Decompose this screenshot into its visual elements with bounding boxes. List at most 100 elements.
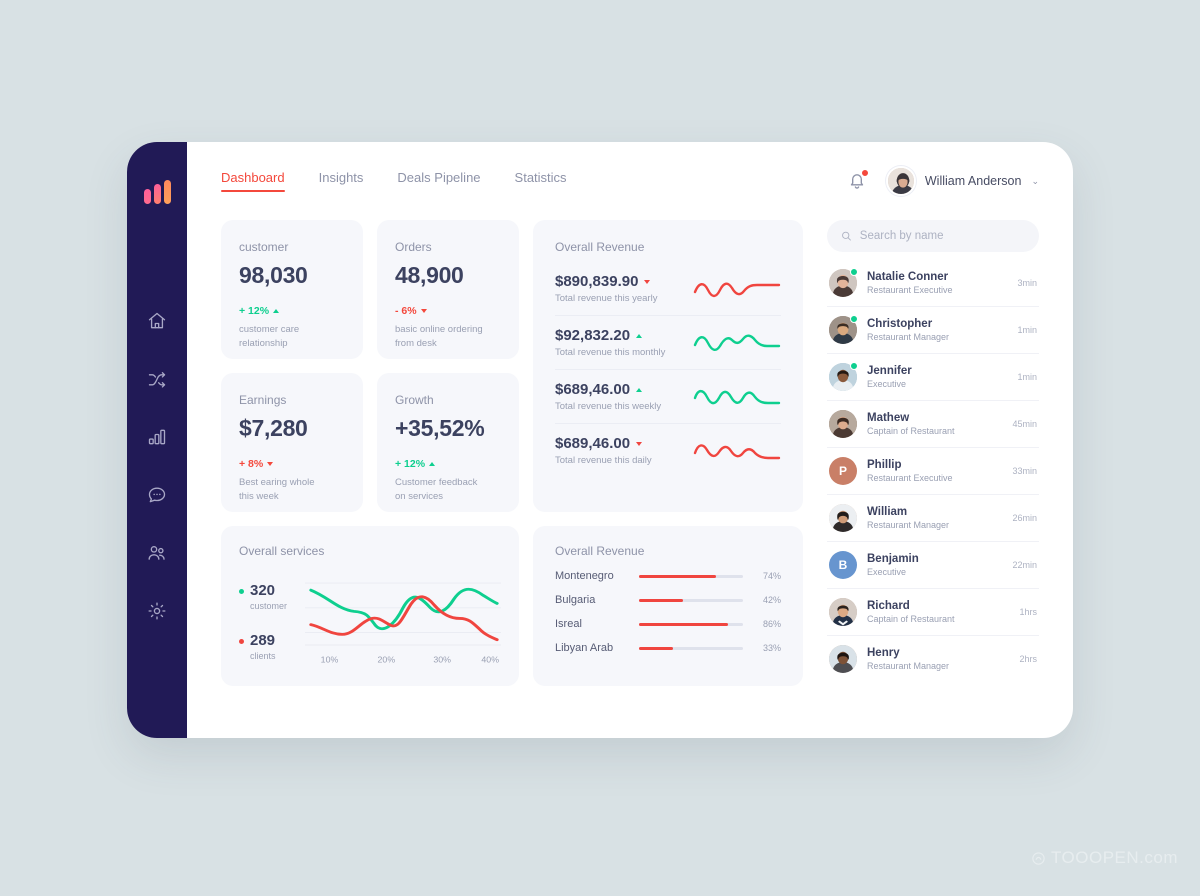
contact-row[interactable]: Christopher Restaurant Manager 1min <box>827 307 1039 354</box>
avatar-image <box>829 645 857 673</box>
revenue-amount: $890,839.90 <box>555 273 639 290</box>
chat-icon <box>148 487 166 503</box>
contact-row[interactable]: P Phillip Restaurant Executive 33min <box>827 448 1039 495</box>
country-name: Isreal <box>555 618 582 630</box>
progress-track <box>639 646 743 650</box>
kpi-grid: customer 98,030 + 12% customer care rela… <box>221 220 519 512</box>
revenue-row[interactable]: $92,832.20 Total revenue this monthly <box>555 316 781 370</box>
legend-item-customer: 320 customer <box>239 583 305 611</box>
country-row[interactable]: Montenegro 74% <box>555 570 781 582</box>
kpi-note: customer care relationship <box>239 324 300 349</box>
contact-time: 2hrs <box>1019 654 1037 664</box>
sparkline-yearly <box>693 282 781 297</box>
revenue-row[interactable]: $890,839.90 Total revenue this yearly <box>555 262 781 316</box>
kpi-delta-text: - 6% <box>395 305 417 317</box>
revenue-row[interactable]: $689,46.00 Total revenue this weekly <box>555 370 781 424</box>
kpi-delta: + 12% <box>239 305 345 317</box>
services-legend: 320 customer 289 clients <box>239 576 305 668</box>
sidebar <box>127 142 187 738</box>
contact-row[interactable]: Jennifer Executive 1min <box>827 354 1039 401</box>
contact-row[interactable]: Richard Captain of Restaurant 1hrs <box>827 589 1039 636</box>
country-row[interactable]: Bulgaria 42% <box>555 594 781 606</box>
contact-row[interactable]: B Benjamin Executive 22min <box>827 542 1039 589</box>
contact-name: William <box>867 506 908 518</box>
triangle-up-icon <box>636 387 643 392</box>
sidebar-nav <box>140 304 174 628</box>
contact-name: Christopher <box>867 318 933 330</box>
search-input[interactable] <box>859 230 1025 242</box>
legend-dot-icon <box>239 589 244 594</box>
kpi-note: basic online ordering from desk <box>395 324 483 349</box>
triangle-down-icon <box>636 441 643 446</box>
kpi-card-orders[interactable]: Orders 48,900 - 6% basic online ordering… <box>377 220 519 359</box>
sidebar-item-home[interactable] <box>140 304 174 338</box>
triangle-up-icon <box>273 309 280 313</box>
sparkline-weekly <box>693 389 781 404</box>
revenue-amount: $689,46.00 <box>555 435 631 452</box>
revenue-amount-wrap: $689,46.00 <box>555 381 661 398</box>
avatar-initial-letter: P <box>838 464 847 478</box>
kpi-label: Orders <box>395 240 432 254</box>
avatar <box>829 362 858 391</box>
revenue-row[interactable]: $689,46.00 Total revenue this daily <box>555 424 781 477</box>
country-row[interactable]: Isreal 86% <box>555 618 781 630</box>
contact-role: Captain of Restaurant <box>867 614 955 624</box>
tab-deals-pipeline[interactable]: Deals Pipeline <box>397 170 480 192</box>
contact-row[interactable]: Natalie Conner Restaurant Executive 3min <box>827 260 1039 307</box>
sidebar-item-analytics[interactable] <box>140 420 174 454</box>
kpi-note: Customer feedback on services <box>395 477 478 502</box>
kpi-card-customer[interactable]: customer 98,030 + 12% customer care rela… <box>221 220 363 359</box>
country-name: Montenegro <box>555 570 614 582</box>
contact-name: Mathew <box>867 412 910 424</box>
user-menu[interactable]: William Anderson ⌄ <box>885 166 1039 196</box>
progress-fill <box>639 646 674 650</box>
search-bar[interactable] <box>827 220 1039 252</box>
kpi-card-growth[interactable]: Growth +35,52% + 12% Customer feedback o… <box>377 373 519 512</box>
kpi-note: Best earing whole this week <box>239 477 315 502</box>
revenue-amount: $92,832.20 <box>555 327 631 344</box>
kpi-card-earnings[interactable]: Earnings $7,280 + 8% Best earing whole t… <box>221 373 363 512</box>
revenue-texts: $689,46.00 Total revenue this weekly <box>555 381 661 412</box>
contact-time: 33min <box>1012 466 1037 476</box>
contact-time: 1hrs <box>1019 607 1037 617</box>
notifications-button[interactable] <box>846 169 869 192</box>
contact-row[interactable]: William Restaurant Manager 26min <box>827 495 1039 542</box>
contact-texts: Natalie Conner Restaurant Executive <box>867 271 1007 295</box>
row-charts: Overall services 320 customer 289 client… <box>221 526 803 686</box>
country-percent: 86% <box>762 619 781 629</box>
online-indicator <box>850 315 858 323</box>
x-tick-30: 30% <box>433 655 451 664</box>
kpi-value: +35,52% <box>395 415 485 441</box>
tab-statistics[interactable]: Statistics <box>515 170 567 192</box>
avatar-initial-letter: B <box>838 558 848 572</box>
series-customer <box>309 587 499 631</box>
sidebar-item-customers[interactable] <box>140 536 174 570</box>
contacts-panel: Natalie Conner Restaurant Executive 3min <box>827 220 1039 738</box>
contact-name: Richard <box>867 600 910 612</box>
revenue-amount-wrap: $890,839.90 <box>555 273 657 290</box>
panel-title: Overall Revenue <box>555 544 645 558</box>
country-row[interactable]: Libyan Arab 33% <box>555 642 781 654</box>
country-name: Libyan Arab <box>555 642 614 654</box>
sparkline-daily <box>693 443 781 459</box>
country-percent: 74% <box>762 571 781 581</box>
contact-row[interactable]: Mathew Captain of Restaurant 45min <box>827 401 1039 448</box>
main-area: Dashboard Insights Deals Pipeline Statis… <box>187 142 1073 738</box>
revenue-caption: Total revenue this daily <box>555 455 652 466</box>
online-indicator <box>850 268 858 276</box>
watermark-text: TOOOPEN.com <box>1050 848 1178 867</box>
contact-row[interactable]: Henry Restaurant Manager 2hrs <box>827 636 1039 682</box>
sidebar-item-transfers[interactable] <box>140 362 174 396</box>
services-line-chart: 10% 20% 30% 40% <box>305 582 501 665</box>
tab-dashboard[interactable]: Dashboard <box>221 170 285 192</box>
sidebar-item-messages[interactable] <box>140 478 174 512</box>
contact-texts: Jennifer Executive <box>867 365 1007 389</box>
tab-insights[interactable]: Insights <box>319 170 364 192</box>
chevron-down-icon: ⌄ <box>1031 175 1039 186</box>
legend-value: 320 <box>250 582 276 599</box>
countries-revenue-panel: Overall Revenue Montenegro 74% Bulgaria <box>533 526 803 686</box>
panel-title: Overall Revenue <box>555 240 645 254</box>
logo-bars-icon[interactable] <box>143 180 171 204</box>
kpi-value: 48,900 <box>395 262 464 288</box>
sidebar-item-settings[interactable] <box>140 594 174 628</box>
